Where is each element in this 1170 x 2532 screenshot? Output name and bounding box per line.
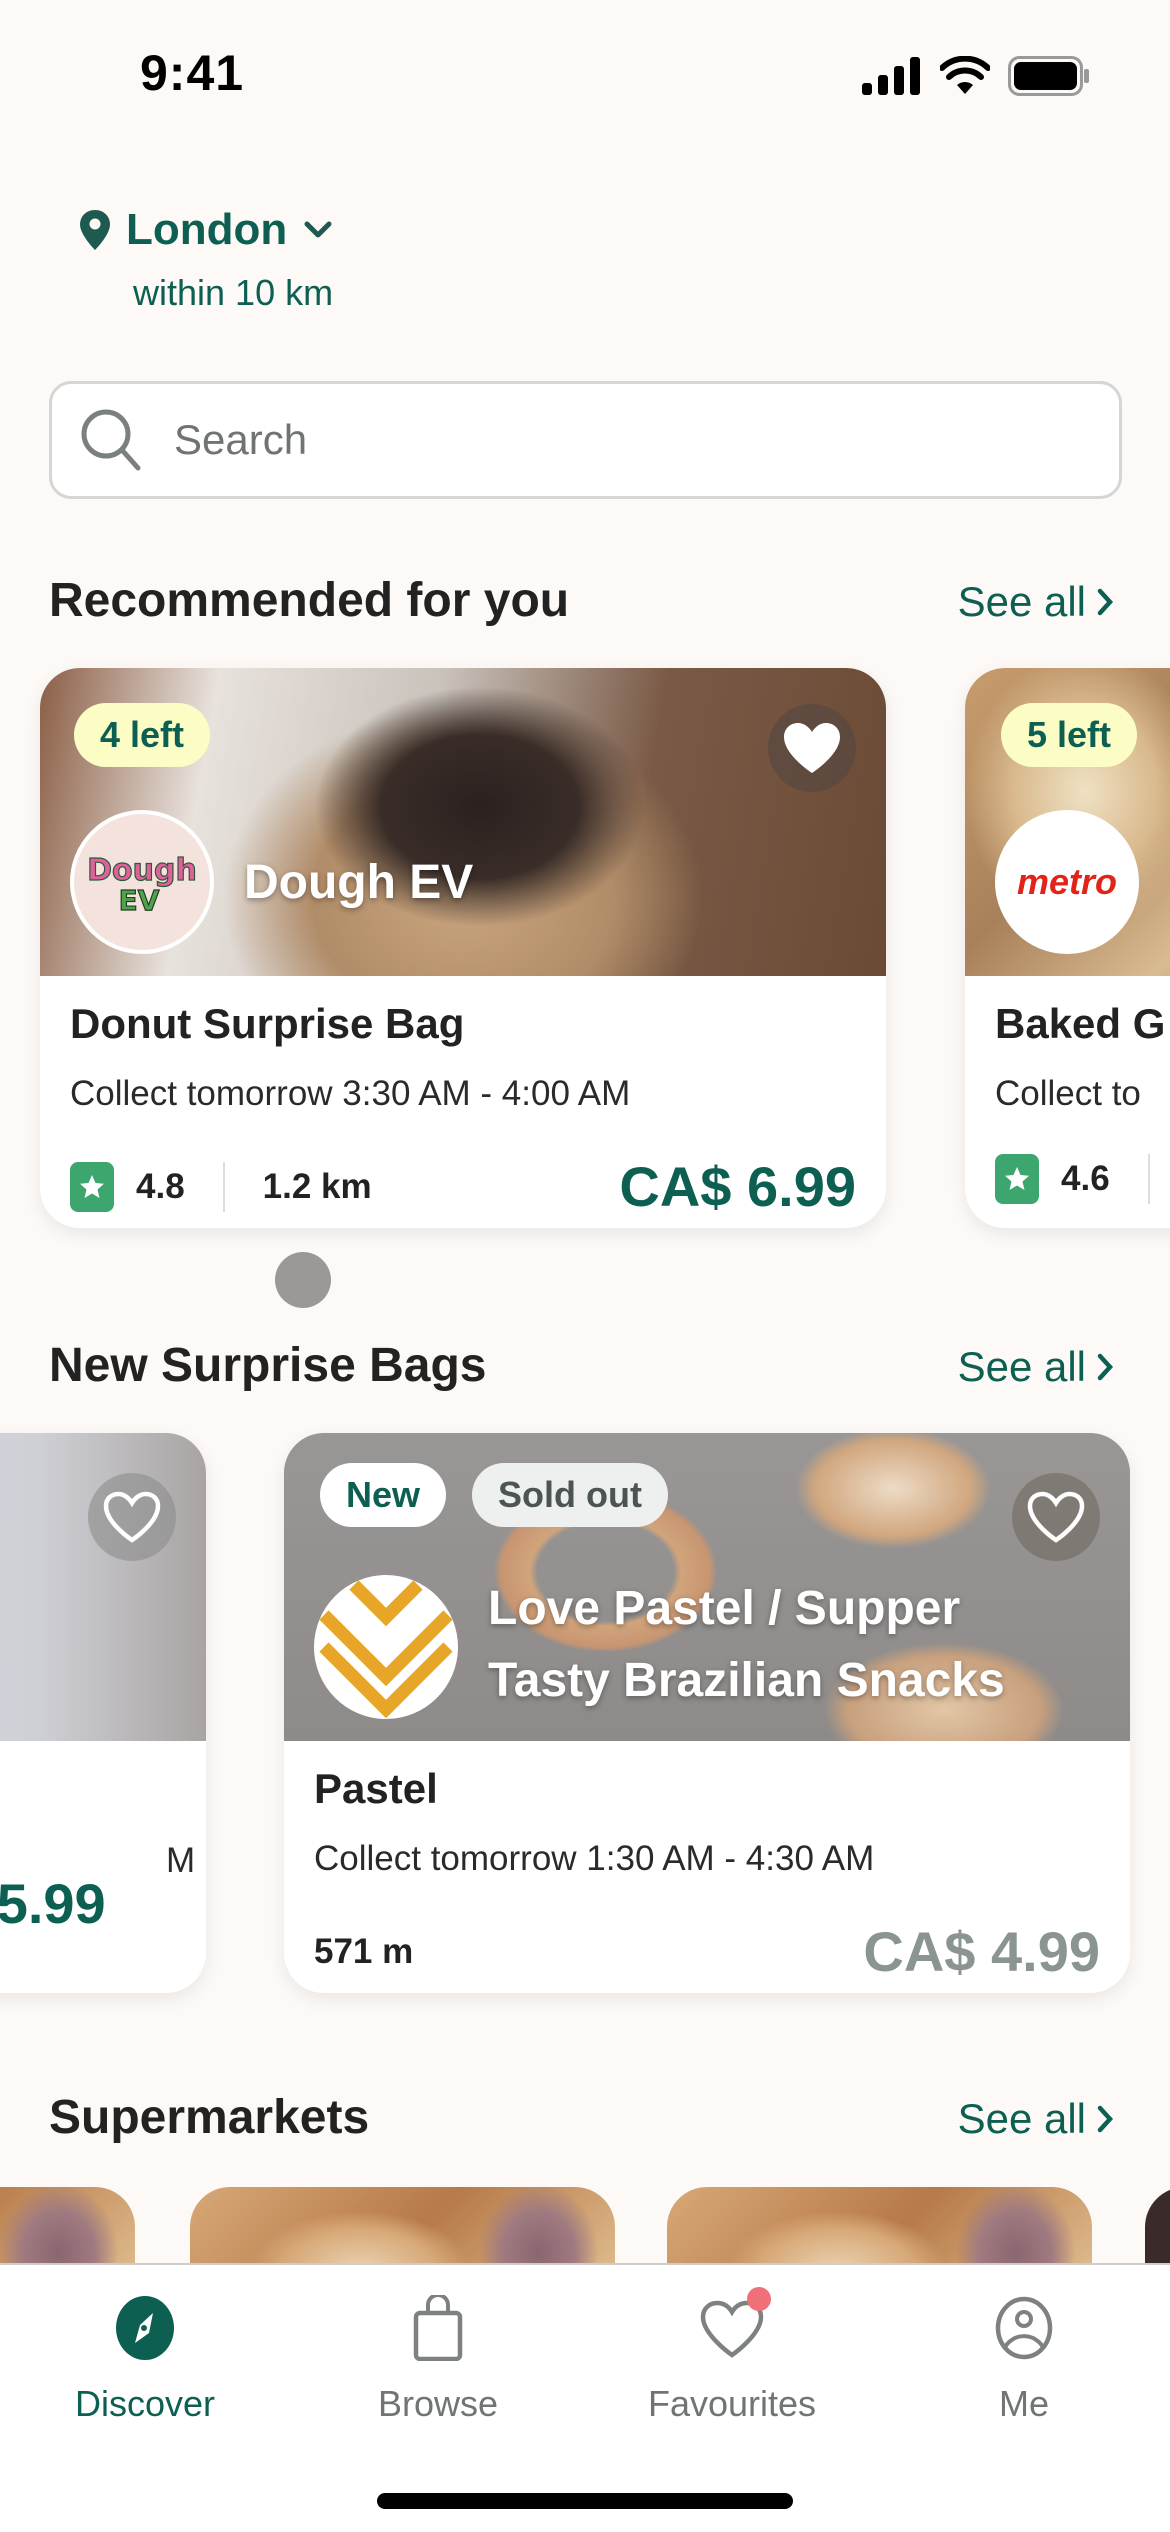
tab-browse[interactable]: Browse (308, 2295, 568, 2425)
distance: 1.2 km (262, 1166, 372, 1206)
rating-star-icon (70, 1161, 114, 1212)
notification-dot (747, 2287, 771, 2311)
see-all-new-bags-link[interactable]: See all (958, 1343, 1114, 1391)
pickup-window: Collect to (995, 1074, 1141, 1113)
section-title-recommended: Recommended for you (49, 574, 570, 627)
store-logo-dough-ev: Dough EV (70, 810, 214, 954)
tab-discover[interactable]: Discover (15, 2295, 275, 2425)
price: $ 5.99 (0, 1872, 106, 1935)
favourite-button[interactable] (768, 704, 856, 792)
store-name-line-2: Tasty Brazilian Snacks (488, 1654, 1005, 1707)
touch-indicator-dot (275, 1252, 331, 1308)
chevron-right-icon (1097, 1353, 1114, 1381)
status-icons (862, 56, 1090, 96)
see-all-label: See all (957, 2095, 1086, 2142)
rating-star-icon (995, 1154, 1039, 1204)
recommended-card-dough-ev[interactable]: 4 left Dough EV Dough EV Donut Surprise … (40, 668, 886, 1228)
see-all-supermarkets-link[interactable]: See all (958, 2095, 1114, 2143)
price: CA$ 4.99 (863, 1920, 1100, 1983)
home-indicator (377, 2493, 793, 2509)
favourite-button[interactable] (88, 1473, 176, 1561)
meta-divider (1147, 1154, 1150, 1204)
chevron-right-icon (1097, 588, 1114, 616)
pickup-window-partial: M (166, 1841, 196, 1880)
location-pin-icon (80, 210, 110, 250)
wifi-icon (940, 56, 990, 94)
heart-outline-icon (103, 1491, 161, 1543)
tab-label: Favourites (647, 2383, 817, 2424)
favourite-button[interactable] (1012, 1473, 1100, 1561)
card-image: 4 left Dough EV Dough EV (40, 668, 886, 976)
distance: 571 m (314, 1931, 414, 1971)
see-all-recommended-link[interactable]: See all (958, 578, 1114, 626)
quantity-left-badge: 5 left (1001, 703, 1138, 767)
svg-text:Dough: Dough (87, 853, 197, 888)
see-all-label: See all (957, 578, 1086, 625)
store-logo-metro: metro (995, 810, 1139, 954)
card-image: 5 left metro (965, 668, 1170, 976)
section-title-supermarkets: Supermarkets (49, 2091, 370, 2144)
chevron-down-icon (304, 221, 332, 238)
rating-value: 4.8 (136, 1166, 185, 1206)
store-name: Love Pastel / Supper Tasty Brazilian Sna… (488, 1573, 1005, 1717)
tab-label: Discover (74, 2383, 216, 2424)
search-input[interactable] (174, 416, 1074, 464)
cellular-signal-icon (862, 57, 920, 95)
new-bag-card-partial[interactable]: M $ 5.99 (0, 1433, 206, 1993)
pickup-window: Collect tomorrow 3:30 AM - 4:00 AM (70, 1074, 631, 1113)
chevron-right-icon (1097, 2105, 1114, 2133)
metro-logo-text: metro (1016, 861, 1118, 902)
user-circle-icon (995, 2296, 1053, 2360)
meta-divider (222, 1161, 225, 1212)
rating-value: 4.6 (1061, 1159, 1110, 1198)
section-title-new-bags: New Surprise Bags (49, 1339, 487, 1392)
quantity-left-badge: 4 left (74, 703, 211, 767)
tab-label: Browse (377, 2383, 499, 2424)
recommended-card-metro[interactable]: 5 left metro Baked G Collect to 4.6 (965, 668, 1170, 1228)
tab-favourites[interactable]: Favourites (602, 2287, 862, 2425)
shopping-bag-icon (413, 2295, 463, 2361)
location-selector[interactable]: London (80, 205, 333, 255)
svg-text:EV: EV (119, 884, 160, 917)
new-badge: New (320, 1463, 447, 1527)
new-bag-card-pastel[interactable]: New Sold out Love Pastel / Supper Tasty … (284, 1433, 1130, 1993)
bag-title: Pastel (314, 1765, 438, 1812)
store-name-line-1: Love Pastel / Supper (488, 1582, 961, 1635)
sold-out-badge: Sold out (472, 1463, 668, 1527)
heart-outline-icon (1027, 1491, 1085, 1543)
pickup-window: Collect tomorrow 1:30 AM - 4:30 AM (314, 1839, 875, 1878)
bottom-tab-bar: Discover Browse Favourites Me (0, 2263, 1170, 2532)
location-radius[interactable]: within 10 km (133, 272, 333, 314)
store-name: Dough EV (244, 856, 474, 909)
search-icon (81, 409, 141, 471)
battery-icon (1008, 56, 1089, 96)
dough-ev-logo-icon: Dough EV (87, 852, 197, 917)
search-bar[interactable] (49, 381, 1122, 499)
bag-title: Donut Surprise Bag (70, 1000, 465, 1047)
see-all-label: See all (957, 1343, 1086, 1390)
bag-title: Baked G (995, 1000, 1166, 1047)
store-logo-love-pastel (314, 1575, 458, 1719)
love-pastel-logo-icon (319, 1580, 453, 1719)
compass-icon (116, 2296, 174, 2360)
card-image: New Sold out Love Pastel / Supper Tasty … (284, 1433, 1130, 1741)
heart-filled-icon (784, 723, 840, 773)
card-image (0, 1433, 206, 1741)
status-time: 9:41 (140, 45, 245, 101)
tab-me[interactable]: Me (894, 2295, 1154, 2425)
price: CA$ 6.99 (619, 1155, 856, 1218)
tab-label: Me (998, 2383, 1049, 2424)
location-city: London (126, 205, 288, 254)
